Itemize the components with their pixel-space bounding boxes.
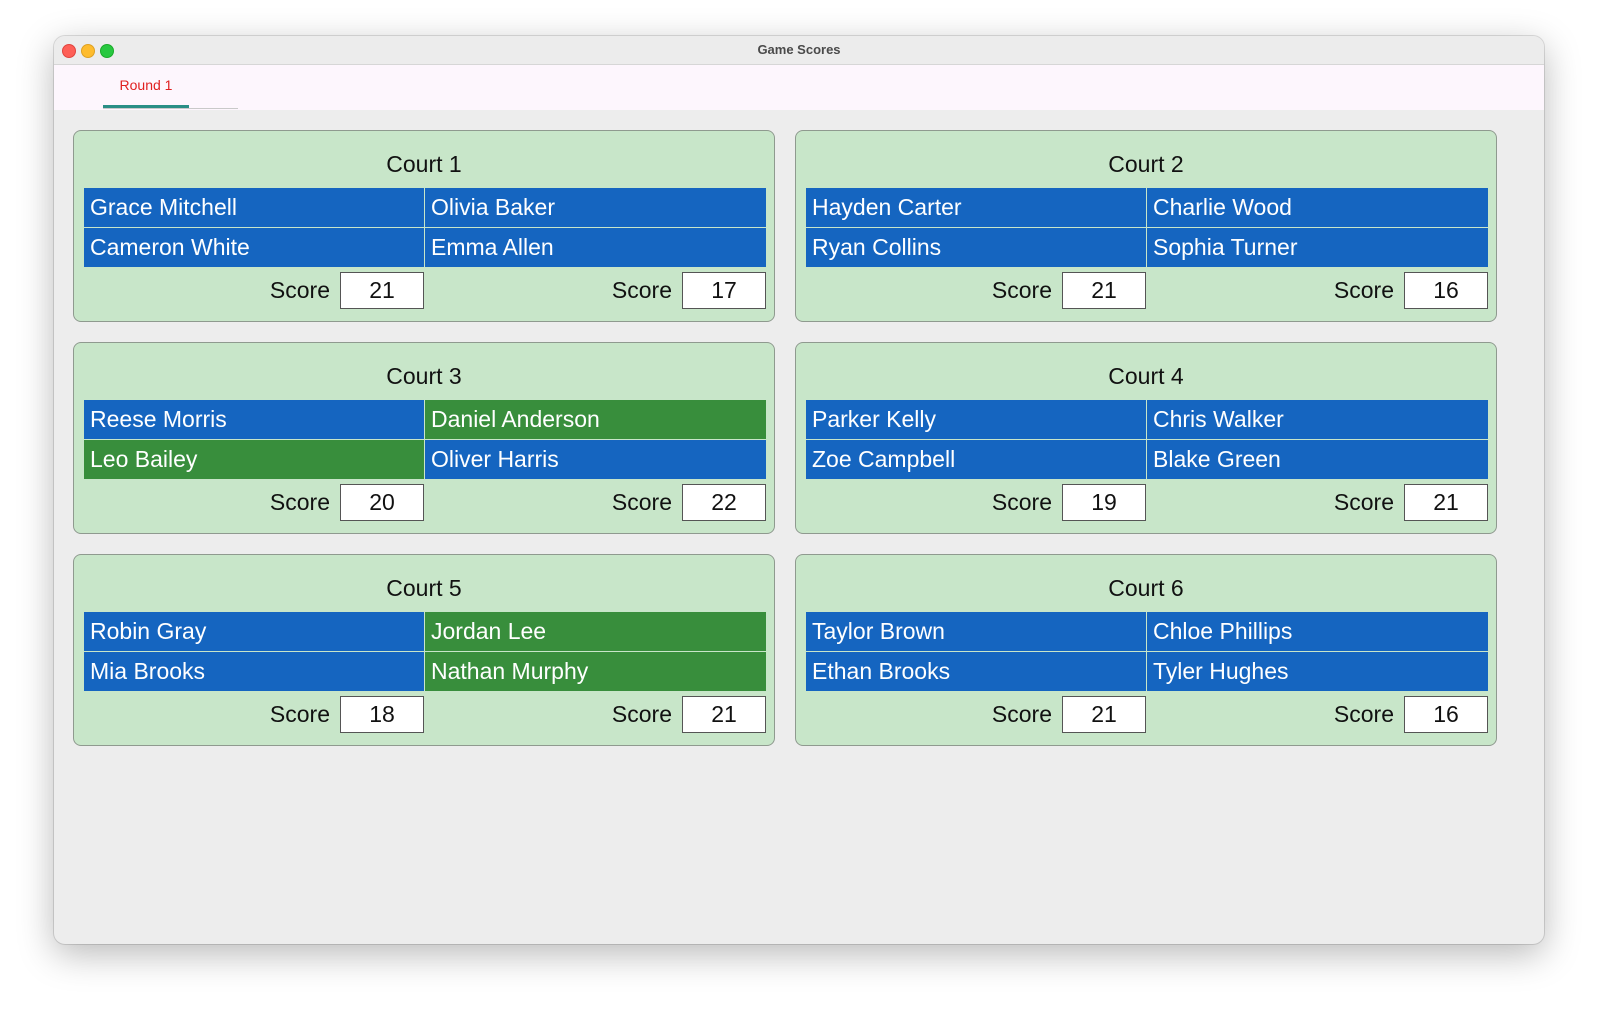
team-1-score-input[interactable] <box>340 271 424 309</box>
player-cell[interactable]: Cameron White <box>84 228 424 267</box>
team-2-score: Score <box>1147 271 1488 309</box>
player-cell[interactable]: Jordan Lee <box>425 612 766 651</box>
court-title: Court 6 <box>1108 575 1184 601</box>
team-2-score-input[interactable] <box>682 271 766 309</box>
player-cell[interactable]: Ethan Brooks <box>806 652 1146 691</box>
score-label: Score <box>269 488 330 515</box>
score-label: Score <box>611 276 672 303</box>
score-label: Score <box>991 276 1052 303</box>
team-2-score-input[interactable] <box>1404 483 1488 521</box>
team-2-score-input[interactable] <box>682 483 766 521</box>
score-label: Score <box>269 276 330 303</box>
player-cell[interactable]: Robin Gray <box>84 612 424 651</box>
tab-bar-divider <box>103 108 238 109</box>
team-1-score: Score <box>806 271 1146 309</box>
title-bar: Game Scores <box>54 36 1544 65</box>
player-cell[interactable]: Mia Brooks <box>84 652 424 691</box>
court-card: Court 2 Hayden Carter Charlie Wood Ryan … <box>795 130 1497 322</box>
player-cell[interactable]: Leo Bailey <box>84 440 424 479</box>
team-2-score-input[interactable] <box>682 695 766 733</box>
team-1-score: Score <box>84 695 424 733</box>
court-card: Court 3 Reese Morris Daniel Anderson Leo… <box>73 342 775 534</box>
players-grid: Robin Gray Jordan Lee Mia Brooks Nathan … <box>84 612 766 691</box>
score-row: Score Score <box>84 695 766 733</box>
team-1-score-input[interactable] <box>1062 483 1146 521</box>
player-cell[interactable]: Olivia Baker <box>425 188 766 227</box>
score-label: Score <box>1333 276 1394 303</box>
court-card: Court 1 Grace Mitchell Olivia Baker Came… <box>73 130 775 322</box>
team-2-score: Score <box>425 271 766 309</box>
team-2-score: Score <box>1147 695 1488 733</box>
player-cell[interactable]: Blake Green <box>1147 440 1488 479</box>
player-cell[interactable]: Zoe Campbell <box>806 440 1146 479</box>
players-grid: Hayden Carter Charlie Wood Ryan Collins … <box>806 188 1488 267</box>
players-grid: Taylor Brown Chloe Phillips Ethan Brooks… <box>806 612 1488 691</box>
team-1-score-input[interactable] <box>340 695 424 733</box>
player-cell[interactable]: Parker Kelly <box>806 400 1146 439</box>
player-cell[interactable]: Hayden Carter <box>806 188 1146 227</box>
team-2-score-input[interactable] <box>1404 695 1488 733</box>
player-cell[interactable]: Reese Morris <box>84 400 424 439</box>
player-cell[interactable]: Ryan Collins <box>806 228 1146 267</box>
court-title: Court 1 <box>386 151 462 177</box>
court-card: Court 6 Taylor Brown Chloe Phillips Etha… <box>795 554 1497 746</box>
score-row: Score Score <box>806 483 1488 521</box>
score-row: Score Score <box>84 483 766 521</box>
team-2-score: Score <box>425 695 766 733</box>
score-label: Score <box>1333 488 1394 515</box>
courts-grid: Court 1 Grace Mitchell Olivia Baker Came… <box>73 130 1497 746</box>
score-label: Score <box>1333 700 1394 727</box>
court-card: Court 5 Robin Gray Jordan Lee Mia Brooks… <box>73 554 775 746</box>
team-2-score: Score <box>425 483 766 521</box>
score-label: Score <box>991 700 1052 727</box>
team-1-score: Score <box>806 483 1146 521</box>
court-card: Court 4 Parker Kelly Chris Walker Zoe Ca… <box>795 342 1497 534</box>
player-cell[interactable]: Chris Walker <box>1147 400 1488 439</box>
player-cell[interactable]: Taylor Brown <box>806 612 1146 651</box>
tab-round-1[interactable]: Round 1 <box>103 65 189 108</box>
team-1-score-input[interactable] <box>1062 271 1146 309</box>
team-1-score: Score <box>806 695 1146 733</box>
court-title: Court 5 <box>386 575 462 601</box>
team-1-score-input[interactable] <box>1062 695 1146 733</box>
tab-bar: Round 1 <box>54 65 1544 110</box>
score-label: Score <box>269 700 330 727</box>
player-cell[interactable]: Oliver Harris <box>425 440 766 479</box>
players-grid: Grace Mitchell Olivia Baker Cameron Whit… <box>84 188 766 267</box>
score-label: Score <box>611 488 672 515</box>
player-cell[interactable]: Daniel Anderson <box>425 400 766 439</box>
players-grid: Reese Morris Daniel Anderson Leo Bailey … <box>84 400 766 479</box>
team-1-score: Score <box>84 271 424 309</box>
player-cell[interactable]: Tyler Hughes <box>1147 652 1488 691</box>
score-row: Score Score <box>84 271 766 309</box>
team-1-score: Score <box>84 483 424 521</box>
player-cell[interactable]: Sophia Turner <box>1147 228 1488 267</box>
app-window: Game Scores Round 1 Court 1 Grace Mitche… <box>54 36 1544 944</box>
player-cell[interactable]: Grace Mitchell <box>84 188 424 227</box>
player-cell[interactable]: Nathan Murphy <box>425 652 766 691</box>
player-cell[interactable]: Emma Allen <box>425 228 766 267</box>
player-cell[interactable]: Charlie Wood <box>1147 188 1488 227</box>
court-title: Court 2 <box>1108 151 1184 177</box>
team-2-score-input[interactable] <box>1404 271 1488 309</box>
court-title: Court 3 <box>386 363 462 389</box>
player-cell[interactable]: Chloe Phillips <box>1147 612 1488 651</box>
score-label: Score <box>991 488 1052 515</box>
team-1-score-input[interactable] <box>340 483 424 521</box>
score-row: Score Score <box>806 271 1488 309</box>
score-row: Score Score <box>806 695 1488 733</box>
window-title: Game Scores <box>757 42 841 57</box>
score-label: Score <box>611 700 672 727</box>
team-2-score: Score <box>1147 483 1488 521</box>
court-title: Court 4 <box>1108 363 1184 389</box>
players-grid: Parker Kelly Chris Walker Zoe Campbell B… <box>806 400 1488 479</box>
